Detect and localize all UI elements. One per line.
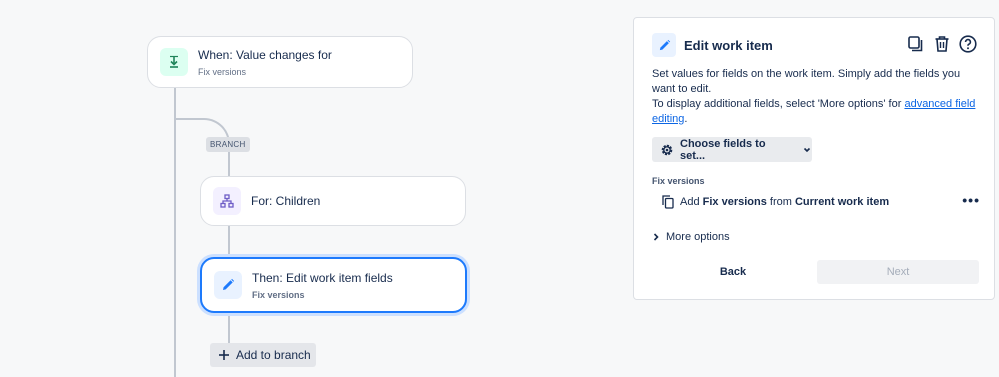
edit-work-item-panel: Edit work item Set values for fields on … [633, 17, 995, 300]
copy-icon [662, 195, 674, 209]
panel-header-actions [906, 34, 978, 54]
back-button[interactable]: Back [652, 260, 814, 284]
description-line-1: Set values for fields on the work item. … [652, 68, 961, 95]
panel-title: Edit work item [684, 37, 773, 53]
connector-branch-upper [228, 150, 230, 176]
description-prefix: To display additional fields, select 'Mo… [652, 98, 905, 110]
next-button[interactable]: Next [817, 260, 979, 284]
help-icon[interactable] [958, 34, 978, 54]
connector-branch-lower [228, 314, 230, 344]
plus-icon [218, 349, 230, 361]
field-row-text: Add Fix versions from Current work item [680, 196, 889, 208]
branch-card[interactable]: For: Children [200, 176, 466, 226]
gear-icon [660, 143, 674, 157]
action-title: Then: Edit work item fields [252, 270, 393, 285]
description-line-2: To display additional fields, select 'Mo… [652, 97, 982, 127]
duplicate-icon[interactable] [906, 34, 926, 54]
field-row-source: Current work item [794, 196, 890, 208]
add-to-branch-label: Add to branch [236, 348, 311, 362]
trash-icon[interactable] [932, 34, 952, 54]
field-row[interactable]: Add Fix versions from Current work item … [662, 193, 980, 210]
pencil-icon [652, 33, 676, 57]
description-suffix: . [684, 113, 688, 125]
field-row-middle: from [766, 196, 795, 208]
panel-header: Edit work item [652, 33, 773, 57]
choose-fields-label: Choose fields to set... [680, 137, 766, 162]
field-row-prefix: Add [680, 196, 703, 208]
more-actions-icon[interactable]: ••• [962, 193, 980, 207]
panel-description: Set values for fields on the work item. … [652, 67, 982, 127]
pencil-icon [214, 271, 242, 299]
action-subtitle: Fix versions [252, 289, 305, 300]
chevron-down-icon [802, 145, 812, 155]
chevron-right-icon [652, 232, 660, 242]
action-card[interactable]: Then: Edit work item fields Fix versions [200, 257, 467, 313]
download-arrow-icon [160, 48, 188, 76]
choose-fields-button[interactable]: Choose fields to set... [652, 137, 812, 162]
field-row-field: Fix versions [702, 196, 767, 208]
more-options-label: More options [666, 231, 730, 243]
hierarchy-icon [213, 187, 241, 215]
trigger-subtitle: Fix versions [198, 66, 247, 77]
add-to-branch-button[interactable]: Add to branch [210, 343, 316, 367]
branch-label: BRANCH [206, 137, 250, 152]
trigger-title: When: Value changes for [198, 47, 332, 62]
trigger-card[interactable]: When: Value changes for Fix versions [147, 36, 413, 88]
more-options-toggle[interactable]: More options [652, 231, 730, 243]
field-label: Fix versions [652, 176, 705, 186]
connector-branch-middle [228, 226, 230, 257]
branch-title: For: Children [251, 193, 321, 208]
